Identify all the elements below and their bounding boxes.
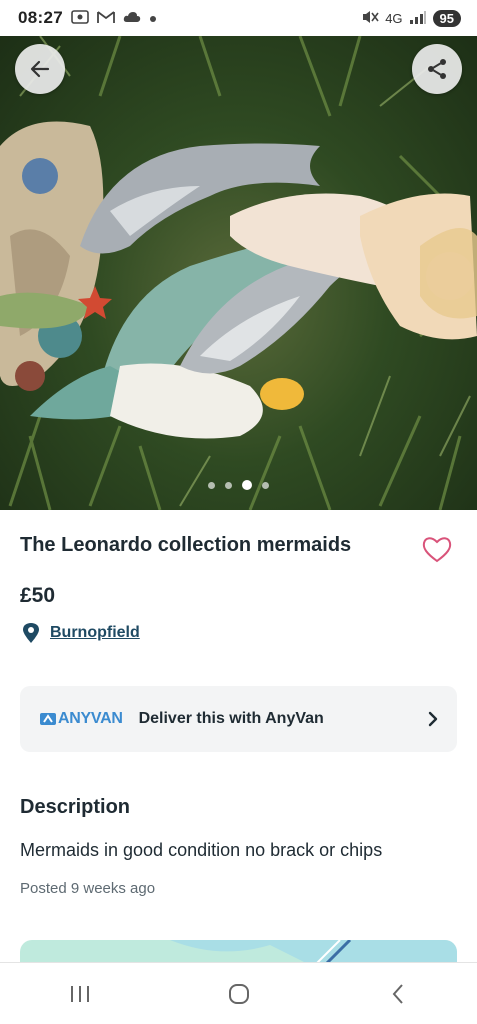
carousel-dot-active[interactable] [242,480,252,490]
home-button[interactable] [209,974,269,1014]
location-pin-icon [23,623,39,643]
home-icon [228,983,249,1004]
recent-apps-button[interactable] [50,974,110,1014]
status-left: 08:27 [18,8,157,28]
back-button[interactable] [15,44,65,94]
anyvan-mark-icon [40,713,56,725]
delivery-label: Deliver this with AnyVan [138,710,324,727]
carousel-dot[interactable] [262,481,269,489]
chevron-left-icon [392,983,403,1004]
anyvan-logo-text: ANYVAN [58,710,123,727]
favorite-button[interactable] [422,535,454,567]
location-row: Burnopfield [22,622,140,644]
share-icon [428,59,446,79]
description-body: Mermaids in good condition no brack or c… [20,840,383,860]
chevron-right-icon [428,711,438,727]
location-link[interactable]: Burnopfield [50,624,140,642]
battery-level: 95 [432,9,461,27]
status-time: 08:27 [18,8,63,27]
status-right: 4G 95 [361,9,461,28]
system-back-button[interactable] [368,974,428,1014]
network-type: 4G [385,10,403,26]
share-button[interactable] [412,44,462,94]
anyvan-delivery-row[interactable]: ANYVAN Deliver this with AnyVan [20,686,457,752]
description-heading: Description [20,796,131,818]
anyvan-logo: ANYVAN [40,710,123,728]
carousel-dot[interactable] [225,481,232,489]
screen-record-icon [71,9,89,27]
status-bar: 08:27 4G 95 [0,0,477,36]
listing-title: The Leonardo collection mermaids [20,534,352,556]
arrow-left-icon [30,60,50,78]
carousel-dot[interactable] [208,481,215,489]
signal-icon [409,10,427,27]
posted-time: Posted 9 weeks ago [20,880,156,897]
listing-price: £50 [20,584,56,607]
system-nav-bar [0,962,477,1024]
gmail-icon [97,10,115,27]
recent-apps-icon [70,985,89,1002]
cloud-icon [123,10,141,26]
heart-icon [422,537,452,563]
listing-photo[interactable] [0,36,477,510]
mute-icon [361,9,379,28]
dot-icon [149,10,157,26]
listing-photo-art [0,36,477,510]
carousel-indicator [0,480,477,490]
